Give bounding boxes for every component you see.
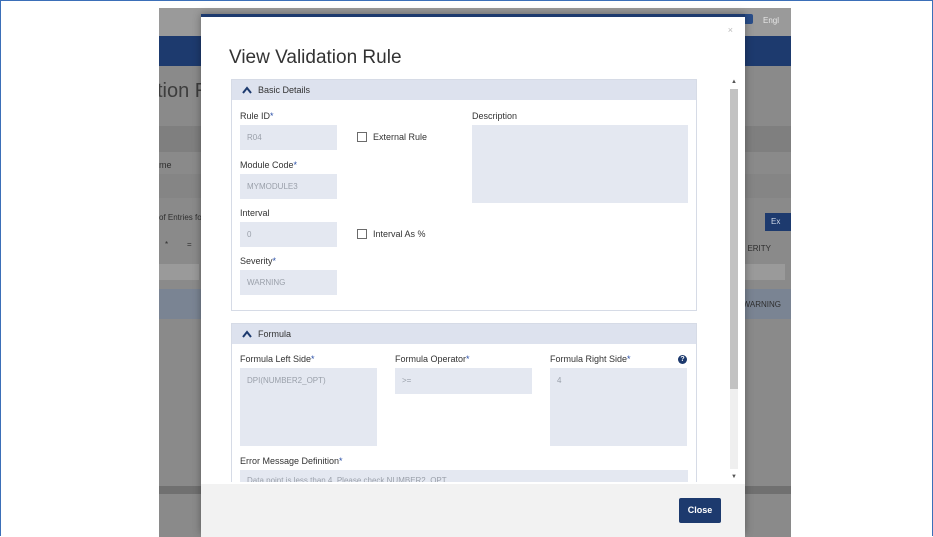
interval-pct-label: Interval As %: [373, 229, 426, 239]
scroll-up-icon[interactable]: ▲: [729, 77, 739, 87]
bg-row-severity: WARNING: [742, 300, 781, 309]
module-code-label: Module Code*: [240, 160, 298, 170]
error-message-field[interactable]: Data point is less than 4. Please check …: [240, 470, 688, 482]
formula-left-field[interactable]: DPI(NUMBER2_OPT): [240, 368, 377, 446]
external-rule-label: External Rule: [373, 132, 428, 142]
window-frame: Engl tion Ru me of Entries fou Ex * = ER…: [0, 0, 933, 537]
formula-left-label: Formula Left Side*: [240, 354, 315, 364]
scroll-thumb[interactable]: [730, 89, 738, 389]
modal-scrollbar[interactable]: ▲ ▼: [729, 77, 739, 482]
validation-rule-modal: × View Validation Rule Basic Details Rul…: [201, 14, 745, 537]
bg-language-label: Engl: [762, 16, 779, 25]
formula-operator-field[interactable]: >=: [395, 368, 532, 394]
help-icon[interactable]: ?: [678, 355, 687, 364]
formula-title: Formula: [258, 329, 292, 339]
basic-details-title: Basic Details: [258, 85, 311, 95]
bg-filter-op: *: [165, 240, 169, 249]
formula-right-field[interactable]: 4: [550, 368, 687, 446]
formula-operator-label: Formula Operator*: [395, 354, 470, 364]
basic-details-header[interactable]: Basic Details: [232, 80, 696, 100]
module-code-field[interactable]: MYMODULE3: [240, 174, 337, 199]
scroll-down-icon[interactable]: ▼: [729, 472, 739, 482]
severity-label: Severity*: [240, 256, 277, 266]
formula-section: Formula Formula Left Side* DPI(NUMBER2_O…: [231, 323, 697, 482]
chevron-up-icon: [242, 330, 252, 338]
bg-export-button: Ex: [765, 213, 791, 231]
close-icon[interactable]: ×: [728, 25, 733, 35]
interval-field[interactable]: 0: [240, 222, 337, 247]
bg-filter-op: =: [187, 240, 192, 249]
external-rule-checkbox[interactable]: [357, 132, 367, 142]
close-button[interactable]: Close: [679, 498, 721, 523]
bg-severity-col: ERITY: [747, 244, 771, 253]
formula-right-label: Formula Right Side*: [550, 354, 631, 364]
modal-footer: Close: [201, 484, 745, 537]
bg-column-label: me: [159, 160, 172, 170]
scroll-track[interactable]: [730, 89, 738, 469]
basic-details-section: Basic Details Rule ID* R04 External Rule…: [231, 79, 697, 311]
interval-label: Interval: [240, 208, 270, 218]
rule-id-label: Rule ID*: [240, 111, 274, 121]
interval-pct-checkbox[interactable]: [357, 229, 367, 239]
chevron-up-icon: [242, 86, 252, 94]
severity-field[interactable]: WARNING: [240, 270, 337, 295]
modal-title: View Validation Rule: [229, 47, 402, 68]
modal-body[interactable]: Basic Details Rule ID* R04 External Rule…: [231, 77, 727, 482]
rule-id-field[interactable]: R04: [240, 125, 337, 150]
formula-header[interactable]: Formula: [232, 324, 696, 344]
bg-filter-input: [159, 264, 199, 280]
bg-entries-text: of Entries fou: [159, 213, 207, 222]
error-message-label: Error Message Definition*: [240, 456, 343, 466]
description-field[interactable]: [472, 125, 688, 203]
description-label: Description: [472, 111, 518, 121]
